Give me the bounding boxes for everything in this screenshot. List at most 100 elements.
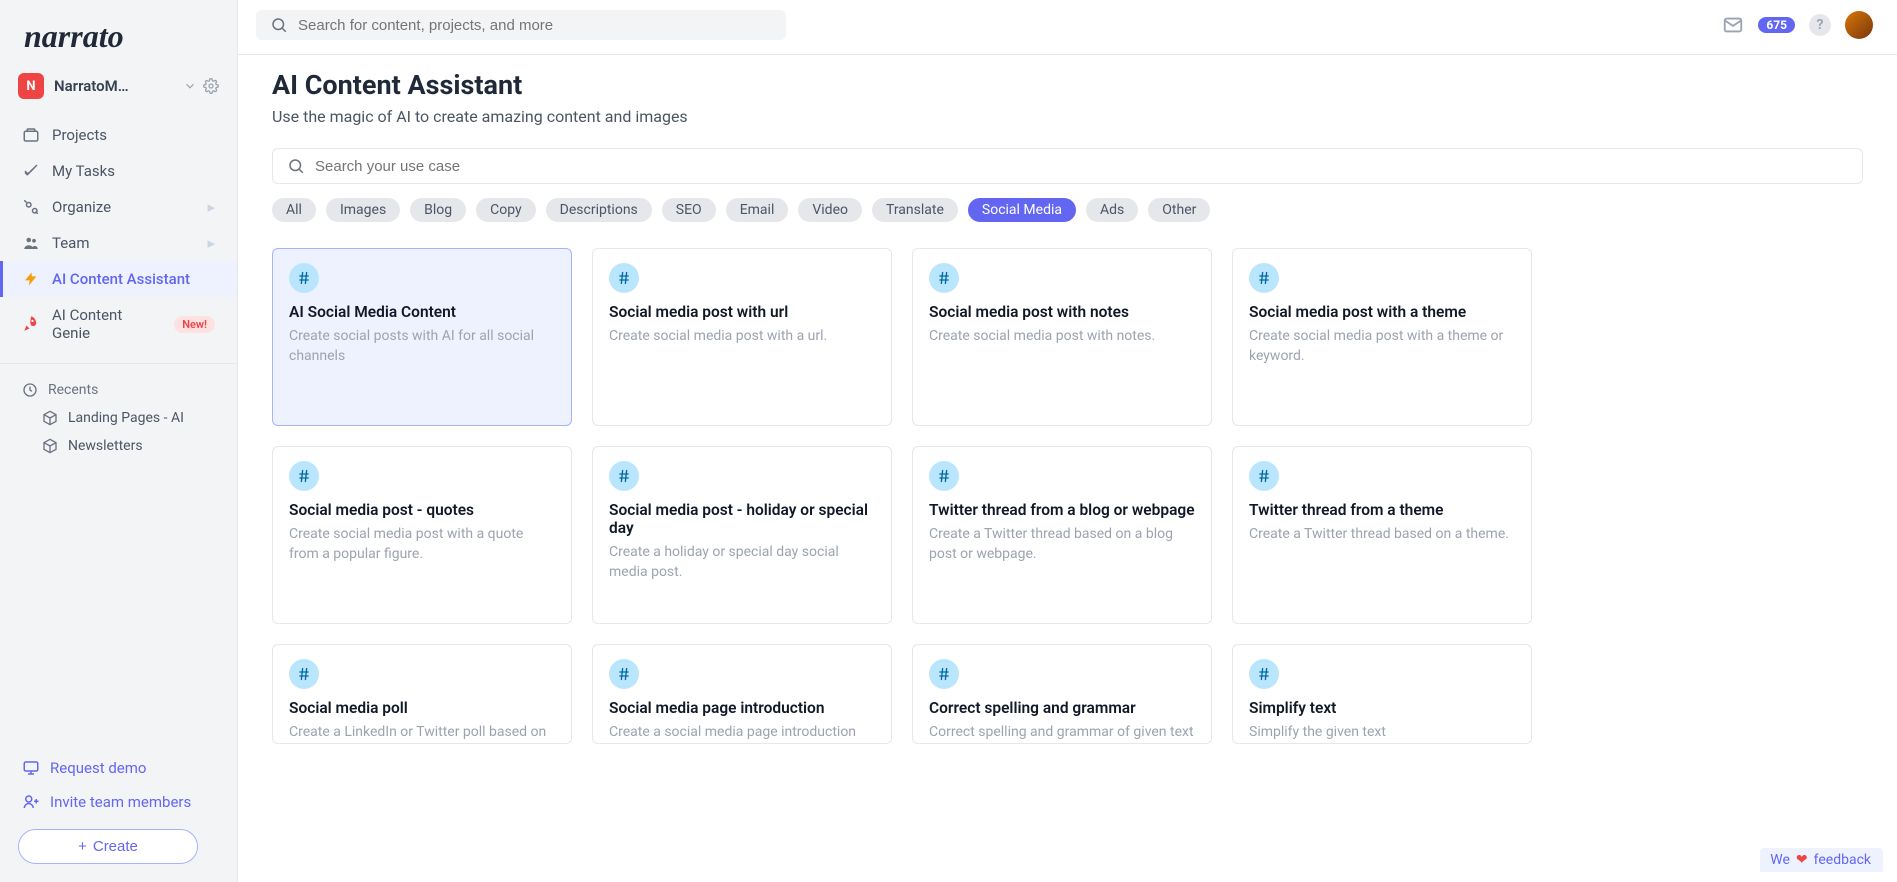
chevron-right-icon: ▸ [207,234,215,252]
nav-projects[interactable]: Projects [0,117,237,153]
recents-item[interactable]: Landing Pages - AI [0,404,237,432]
hash-icon [929,659,959,689]
team-icon [22,234,40,252]
rocket-icon [22,315,40,333]
card-description: Create social media post with a theme or… [1249,327,1515,366]
recents-header: Recents [0,372,237,404]
usecase-search[interactable] [272,148,1863,184]
recents-item-label: Landing Pages - AI [68,410,184,426]
bolt-icon [22,271,40,287]
usecase-card[interactable]: Social media post - holiday or special d… [592,446,892,624]
request-demo-link[interactable]: Request demo [18,751,219,785]
plus-icon: + [78,838,87,855]
search-icon [270,16,288,34]
mail-icon[interactable] [1722,14,1744,36]
card-title: Social media post - holiday or special d… [609,501,875,537]
feedback-button[interactable]: We ❤ feedback [1760,848,1883,872]
card-title: Social media post with url [609,303,875,321]
usecase-card[interactable]: Twitter thread from a theme Create a Twit… [1232,446,1532,624]
card-title: Simplify text [1249,699,1515,717]
content-area: AI Content Assistant Use the magic of AI… [238,55,1897,882]
filter-chip-copy[interactable]: Copy [476,198,536,222]
workspace-name: NarratoM… [54,77,173,95]
button-label: Create [93,838,138,855]
card-description: Create social media post with a quote fr… [289,525,555,564]
filter-chip-blog[interactable]: Blog [410,198,466,222]
new-badge: New! [174,316,215,333]
topbar: 675 ? [238,0,1897,40]
main: 675 ? AI Content Assistant Use the magic… [238,0,1897,882]
chevron-down-icon[interactable] [183,79,197,93]
usecase-card[interactable]: Social media post with a themeCreate soc… [1232,248,1532,426]
page-subtitle: Use the magic of AI to create amazing co… [272,107,1863,126]
notification-count-badge[interactable]: 675 [1758,17,1795,33]
global-search-input[interactable] [298,17,772,34]
help-icon[interactable]: ? [1809,14,1831,36]
nav-label: Organize [52,198,111,216]
nav-organize[interactable]: Organize ▸ [0,189,237,225]
page-title: AI Content Assistant [272,69,1863,101]
usecase-card[interactable]: Twitter thread from a blog or webpageCre… [912,446,1212,624]
filter-chip-translate[interactable]: Translate [872,198,958,222]
usecase-card[interactable]: Social media post with url Create social … [592,248,892,426]
nav-ai-assistant[interactable]: AI Content Assistant [0,261,237,297]
sidebar-bottom: Request demo Invite team members + Creat… [0,739,237,882]
logo-text: narrato [24,18,124,54]
hash-icon [609,461,639,491]
usecase-search-input[interactable] [315,158,1848,175]
usecase-card[interactable]: Social media post with notesCreate socia… [912,248,1212,426]
card-description: Create a Twitter thread based on a theme… [1249,525,1515,545]
user-avatar[interactable] [1845,11,1873,39]
hash-icon [929,461,959,491]
filter-chip-social-media[interactable]: Social Media [968,198,1076,222]
nav-label: AI Content Genie [52,306,162,342]
organize-icon [22,198,40,216]
hash-icon [609,263,639,293]
filter-chip-images[interactable]: Images [326,198,400,222]
global-search[interactable] [256,10,786,40]
link-label: Invite team members [50,793,191,811]
hash-icon [1249,659,1279,689]
hash-icon [289,659,319,689]
create-button[interactable]: + Create [18,829,198,864]
recents-item[interactable]: Newsletters [0,432,237,460]
workspace-selector[interactable]: N NarratoM… [0,65,237,113]
filter-chip-all[interactable]: All [272,198,316,222]
nav-mytasks[interactable]: My Tasks [0,153,237,189]
filter-chip-seo[interactable]: SEO [662,198,716,222]
divider [0,363,237,364]
filter-chip-other[interactable]: Other [1148,198,1210,222]
nav-team[interactable]: Team ▸ [0,225,237,261]
card-description: Simplify the given text [1249,723,1515,743]
hash-icon [289,461,319,491]
card-title: Twitter thread from a theme [1249,501,1515,519]
card-description: Create social media post with a url. [609,327,875,347]
link-label: Request demo [50,759,146,777]
card-title: Twitter thread from a blog or webpage [929,501,1195,519]
feedback-prefix: We [1770,852,1790,868]
recents-label: Recents [48,382,98,398]
filter-chip-descriptions[interactable]: Descriptions [546,198,652,222]
card-title: Correct spelling and grammar [929,699,1195,717]
nav-label: Team [52,234,90,252]
sidebar: narrato N NarratoM… Projects My Tasks Or… [0,0,238,882]
usecase-card[interactable]: Social media page introductionCreate a s… [592,644,892,744]
usecase-card[interactable]: AI Social Media ContentCreate social pos… [272,248,572,426]
workspace-avatar: N [18,73,44,99]
card-description: Create a LinkedIn or Twitter poll based … [289,723,555,744]
nav-ai-genie[interactable]: AI Content Genie New! [0,297,237,351]
usecase-card[interactable]: Simplify text Simplify the given text [1232,644,1532,744]
check-icon [22,162,40,180]
card-description: Create a social media page introduction … [609,723,875,744]
filter-chip-ads[interactable]: Ads [1086,198,1138,222]
filter-chips: All Images Blog Copy Descriptions SEO Email Vid… [272,198,1863,222]
card-title: Social media post with notes [929,303,1195,321]
filter-chip-email[interactable]: Email [726,198,789,222]
usecase-card[interactable]: Social media post - quotesCreate social … [272,446,572,624]
usecase-card[interactable]: Correct spelling and grammarCorrect spel… [912,644,1212,744]
filter-chip-video[interactable]: Video [798,198,862,222]
usecase-card[interactable]: Social media pollCreate a LinkedIn or Tw… [272,644,572,744]
gear-icon[interactable] [203,78,219,94]
user-plus-icon [22,793,40,811]
invite-team-link[interactable]: Invite team members [18,785,219,819]
